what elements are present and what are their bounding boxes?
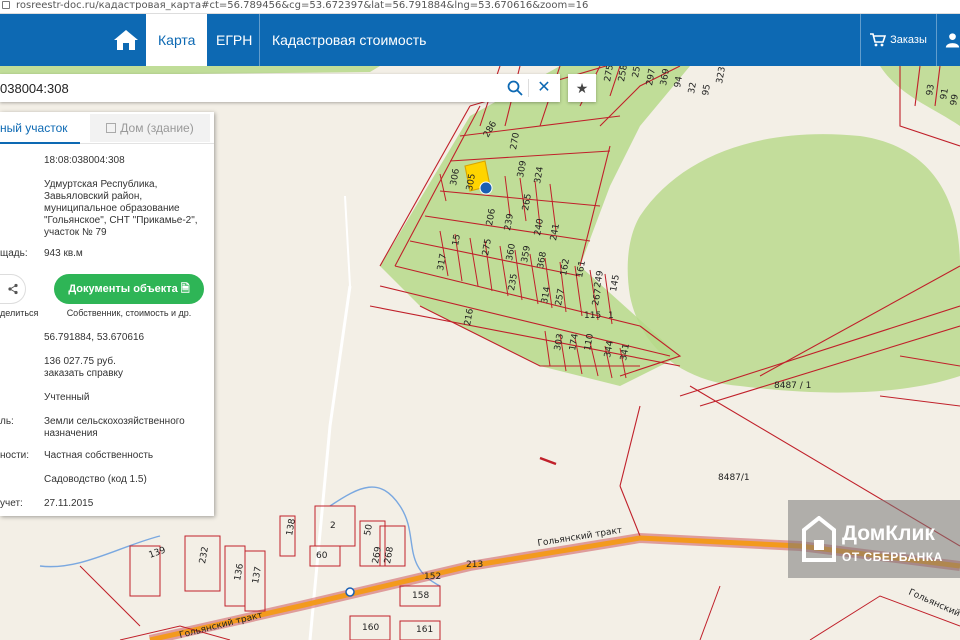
tab-map[interactable]: Карта (146, 14, 208, 66)
permitted-use: Садоводство (код 1.5) (44, 474, 147, 485)
tab-building[interactable]: Дом (здание) (90, 114, 210, 142)
parcel-number: 50 (363, 523, 375, 536)
home-icon (114, 30, 138, 50)
orders-button[interactable]: Заказы (860, 14, 936, 66)
top-navigation: Карта ЕГРН Кадастровая стоимость Заказы (0, 14, 960, 66)
parcel-number: 323 (715, 66, 728, 85)
parcel-number: 213 (466, 560, 483, 570)
share-icon (7, 283, 18, 295)
parcel-number: 232 (198, 546, 211, 565)
parcel-number: 15 (451, 234, 463, 247)
clear-icon[interactable]: ✕ (535, 79, 553, 97)
dirt-road (344, 195, 351, 287)
parcel-number: 94 (673, 75, 685, 88)
cadastral-number[interactable]: 18:08:038004:308 (44, 155, 204, 167)
parcel-number: 158 (412, 591, 429, 601)
area-value: 943 кв.м (44, 248, 83, 259)
panel-tabs: ный участок Дом (здание) (0, 112, 214, 144)
share-label: делиться (0, 308, 39, 318)
selected-parcel-marker[interactable] (479, 181, 493, 195)
parcel-number: 268 (383, 546, 396, 565)
parcel-number: 60 (316, 551, 328, 561)
parcel-number: 1 (608, 311, 614, 321)
tab-land-plot[interactable]: ный участок (0, 112, 80, 144)
building-icon (106, 123, 117, 133)
road-label: Гольянский тракт (178, 611, 263, 640)
parcel-number: 93 (925, 84, 937, 97)
parcel-number: 139 (148, 545, 168, 560)
favorite-star-icon[interactable]: ★ (568, 74, 596, 102)
parcel-info-panel: ный участок Дом (здание) 18:08:038004:30… (0, 112, 214, 516)
parcel-number: 2 (330, 521, 336, 531)
parcel-label-8487: 8487 / 1 (774, 381, 811, 391)
user-icon (945, 33, 960, 48)
tab-building-label: Дом (здание) (120, 121, 194, 135)
address: Удмуртская Республика, Завьяловский райо… (44, 179, 198, 238)
url-text: rosreestr-doc.ru/кадастровая_карта#ct=56… (16, 0, 589, 11)
watermark-title: ДомКлик (842, 522, 935, 545)
share-button[interactable] (0, 274, 26, 304)
bus-stop-icon[interactable] (345, 587, 355, 597)
parcel-number: 145 (609, 274, 622, 293)
parcel-number: 95 (701, 84, 713, 97)
search-input[interactable]: 038004:308 (0, 81, 69, 96)
home-button[interactable] (106, 14, 146, 66)
parcel-number: 99 (949, 93, 960, 106)
status: Учтенный (44, 392, 90, 403)
orders-label: Заказы (890, 34, 927, 46)
parcel-number: 91 (939, 88, 951, 101)
search-divider (528, 79, 529, 97)
documents-button[interactable]: Документы объекта 🗎 (54, 274, 204, 304)
parcel-number: 152 (424, 572, 441, 582)
cart-icon (870, 33, 887, 47)
parcel-number: 160 (362, 623, 379, 633)
search-box[interactable]: 038004:308 ✕ (0, 74, 560, 102)
parcel-number: 161 (416, 625, 433, 635)
registered-label: учет: (0, 498, 23, 509)
parcel-number: 138 (285, 518, 298, 537)
area-label: щадь: (0, 248, 28, 259)
dirt-road (308, 285, 352, 640)
registered-date: 27.11.2015 (44, 498, 94, 509)
parcel-number: 136 (233, 563, 246, 582)
parcel-number: 249 (593, 270, 606, 289)
order-certificate-link[interactable]: заказать справку (44, 368, 204, 380)
domclick-logo-icon (802, 516, 836, 562)
user-button[interactable] (936, 14, 960, 66)
parcel-label-8487: 8487/1 (718, 473, 750, 483)
parcel-number: 137 (251, 566, 264, 585)
document-icon: 🗎 (180, 283, 190, 295)
domclick-watermark: ДомКлик ОТ СБЕРБАНКА (788, 500, 960, 578)
documents-button-label: Документы объекта (68, 283, 178, 295)
documents-subtitle: Собственник, стоимость и др. (66, 308, 192, 318)
category-label: ль: (0, 416, 14, 427)
parcel-number: 32 (687, 82, 699, 95)
road-label: Гольянский тр (907, 588, 960, 625)
coordinates: 56.791884, 53.670616 (44, 332, 145, 343)
tab-egrn[interactable]: ЕГРН (204, 14, 264, 66)
stream (39, 535, 161, 568)
address-bar[interactable]: rosreestr-doc.ru/кадастровая_карта#ct=56… (0, 0, 960, 14)
lock-icon (2, 1, 10, 9)
tab-cadastral-value[interactable]: Кадастровая стоимость (260, 14, 438, 66)
ownership: Частная собственность (44, 450, 154, 461)
land-category: Земли сельскохозяйственного назначения (44, 416, 185, 439)
parcel-number: 269 (371, 546, 384, 565)
watermark-subtitle: ОТ СБЕРБАНКА (842, 550, 943, 564)
village-labels: 138 2 50 60 269 268 139 232 136 137 213 … (148, 381, 812, 635)
ownership-label: ности: (0, 450, 30, 461)
search-icon[interactable] (506, 79, 524, 97)
cadastral-cost: 136 027.75 руб. (44, 356, 116, 367)
parcel-number: 115 (584, 311, 601, 321)
